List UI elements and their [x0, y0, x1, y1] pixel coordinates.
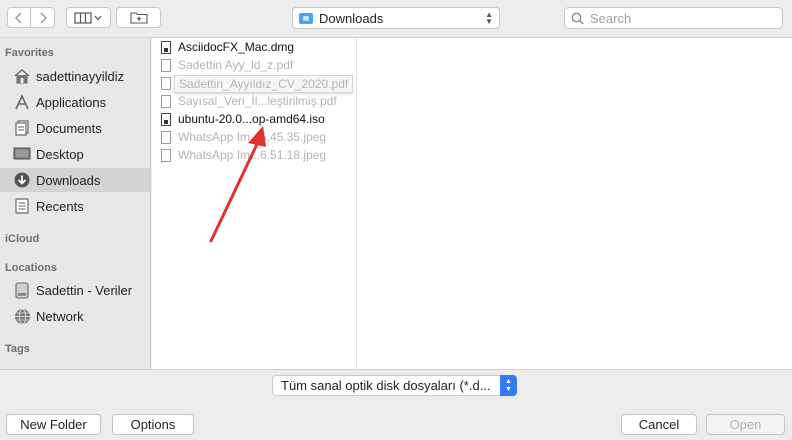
columns-view-icon — [73, 11, 101, 24]
file-name: Sadettin Ayy_ld_z.pdf — [178, 58, 294, 72]
sidebar-item-label: Downloads — [36, 172, 101, 188]
sidebar-item-label: Applications — [36, 94, 107, 110]
sidebar-item-desktop[interactable]: Desktop — [0, 142, 150, 166]
icloud-header: iCloud — [5, 233, 40, 245]
file-format-select[interactable]: Tüm sanal optik disk dosyaları (*.d... ▲… — [272, 375, 517, 396]
filename-tooltip: Sadettin_Ayyıldız_CV_2020.pdf — [174, 75, 354, 93]
documents-icon — [13, 119, 31, 137]
recents-icon — [13, 197, 31, 215]
file-row: Sayısal_Veri_İl...leştirilmiş.pdf — [152, 92, 357, 110]
file-row: WhatsApp Im...6.45.35.jpeg — [152, 128, 357, 146]
file-name: WhatsApp Im...6.45.35.jpeg — [178, 130, 327, 144]
sidebar-item-label: Recents — [36, 198, 84, 214]
disk-image-file-icon — [161, 112, 171, 126]
file-row: Sadettin Ayy_ld_z.pdf — [152, 56, 357, 74]
image-file-icon — [161, 130, 171, 144]
file-row[interactable]: ubuntu-20.0...op-amd64.iso — [152, 110, 357, 128]
location-label: Downloads — [319, 10, 384, 26]
tags-header: Tags — [5, 343, 30, 355]
drive-icon — [13, 281, 31, 299]
location-popup[interactable]: Downloads ▲ ▼ — [292, 7, 500, 29]
favorites-header: Favorites — [5, 47, 54, 59]
applications-icon — [13, 93, 31, 111]
cancel-button[interactable]: Cancel — [621, 414, 697, 435]
sidebar-item-label: Desktop — [36, 146, 84, 162]
sidebar-item-label: sadettinayyildiz — [36, 68, 125, 84]
pdf-file-icon — [161, 94, 171, 108]
file-name: ubuntu-20.0...op-amd64.iso — [178, 112, 325, 126]
folder-icon — [299, 12, 313, 24]
locations-header: Locations — [5, 262, 57, 274]
file-name: WhatsApp Im...6.51.18.jpeg — [178, 148, 327, 162]
home-icon — [13, 67, 31, 85]
sidebar-item-home[interactable]: sadettinayyildiz — [0, 64, 150, 88]
downloads-icon — [13, 171, 31, 189]
file-row: WhatsApp Im...6.51.18.jpeg — [152, 146, 357, 164]
search-placeholder: Search — [590, 10, 632, 26]
button-bar: New Folder Options Cancel Open — [0, 400, 792, 440]
chevron-left-icon — [15, 11, 22, 24]
sidebar-item-network[interactable]: Network — [0, 304, 150, 328]
toolbar: Downloads ▲ ▼ Search — [0, 0, 792, 38]
format-bar: Tüm sanal optik disk dosyaları (*.d... ▲… — [0, 369, 792, 400]
forward-button[interactable] — [30, 7, 55, 28]
file-name: AsciidocFX_Mac.dmg — [178, 40, 295, 54]
sidebar-item-label: Documents — [36, 120, 102, 136]
sidebar: Favorites sadettinayyildiz Applications … — [0, 38, 151, 369]
open-button[interactable]: Open — [706, 414, 785, 435]
new-folder-toolbar-button[interactable] — [116, 7, 161, 28]
search-field[interactable]: Search — [564, 7, 783, 29]
empty-column-area — [357, 38, 792, 369]
sidebar-item-applications[interactable]: Applications — [0, 90, 150, 114]
sidebar-item-label: Sadettin - Veriler — [36, 282, 133, 298]
new-folder-button[interactable]: New Folder — [6, 414, 101, 435]
pdf-file-icon — [161, 58, 171, 72]
file-name: Sayısal_Veri_İl...leştirilmiş.pdf — [178, 94, 337, 108]
sidebar-item-recents[interactable]: Recents — [0, 194, 150, 218]
network-icon — [13, 307, 31, 325]
desktop-icon — [13, 145, 31, 163]
chevron-updown-icon: ▲ ▼ — [500, 375, 517, 396]
sidebar-item-drive[interactable]: Sadettin - Veriler — [0, 278, 150, 302]
back-button[interactable] — [7, 7, 31, 28]
view-mode-button[interactable] — [66, 7, 111, 28]
sidebar-item-downloads[interactable]: Downloads — [0, 168, 150, 192]
search-icon — [571, 12, 584, 25]
file-format-label: Tüm sanal optik disk dosyaları (*.d... — [281, 378, 491, 393]
new-folder-icon — [129, 12, 148, 24]
sidebar-item-label: Network — [36, 308, 84, 324]
sidebar-item-documents[interactable]: Documents — [0, 116, 150, 140]
image-file-icon — [161, 148, 171, 162]
chevron-updown-icon: ▲ ▼ — [485, 10, 493, 26]
options-button[interactable]: Options — [112, 414, 194, 435]
disk-image-file-icon — [161, 40, 171, 54]
chevron-right-icon — [39, 11, 47, 24]
pdf-file-icon — [161, 76, 171, 90]
file-row[interactable]: AsciidocFX_Mac.dmg — [152, 38, 357, 56]
